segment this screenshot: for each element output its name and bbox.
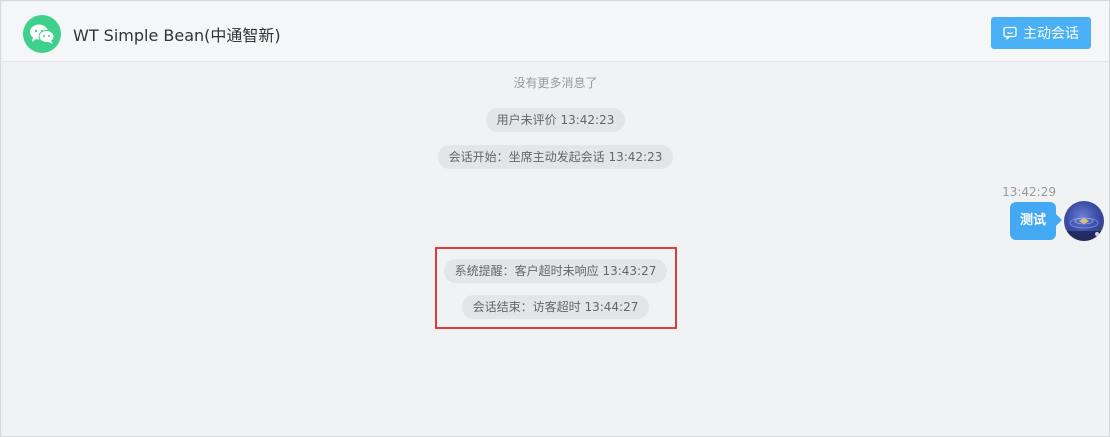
no-more-messages: 没有更多消息了 <box>513 76 598 90</box>
chat-header: WT Simple Bean(中通智新) 主动会话 <box>2 2 1109 62</box>
chat-bubble-icon <box>1003 26 1017 40</box>
active-chat-button[interactable]: 主动会话 <box>991 17 1091 49</box>
outgoing-message-bubble[interactable]: 测试 <box>1009 202 1063 240</box>
chat-title: WT Simple Bean(中通智新) <box>73 26 281 45</box>
system-message: 用户未评价 13:42:23 <box>485 108 626 132</box>
message-timestamp: 13:42:29 <box>1002 185 1056 199</box>
highlight-annotation-box <box>435 247 677 329</box>
user-avatar <box>1064 201 1104 241</box>
system-message: 会话开始：坐席主动发起会话 13:42:23 <box>437 145 674 169</box>
system-message-row: 用户未评价 13:42:23 <box>2 108 1109 132</box>
system-message-row: 会话开始：坐席主动发起会话 13:42:23 <box>2 145 1109 169</box>
chat-window: WT Simple Bean(中通智新) 主动会话 没有更多消息了 用户未评价 … <box>0 0 1110 437</box>
wechat-icon <box>23 15 61 53</box>
active-chat-label: 主动会话 <box>1023 26 1079 42</box>
